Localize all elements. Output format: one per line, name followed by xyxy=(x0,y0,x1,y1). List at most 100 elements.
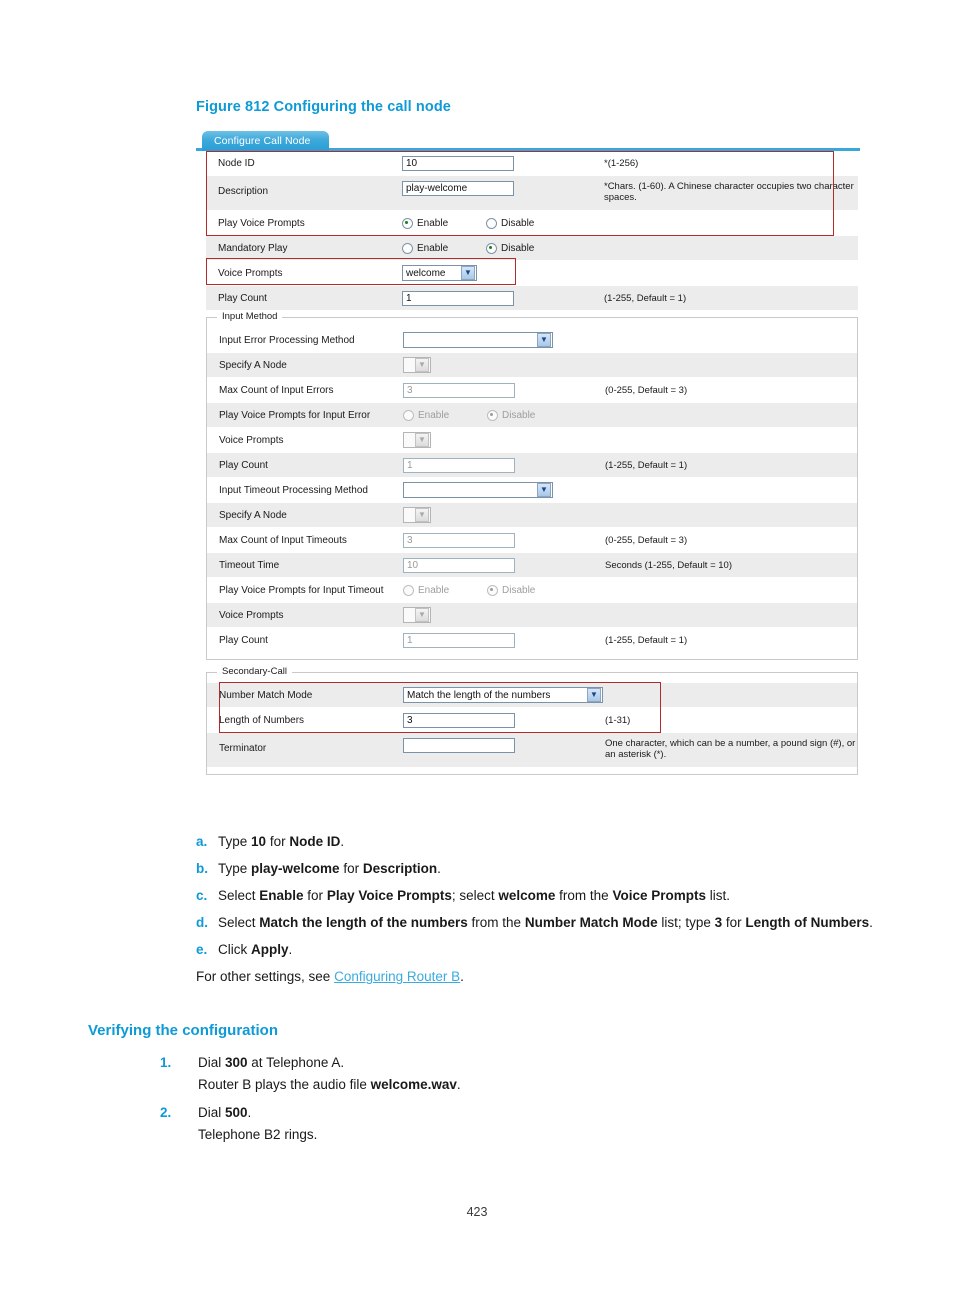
label-max-count-input-errors: Max Count of Input Errors xyxy=(219,384,334,396)
select-input-timeout-processing-method[interactable]: ▼ xyxy=(403,482,553,498)
list-item: 2. Dial 500. xyxy=(160,1103,860,1123)
row-play-count-timeout: Play Count (1-255, Default = 1) xyxy=(207,628,857,653)
radio-off-icon xyxy=(403,584,414,596)
hint-node-id: *(1-256) xyxy=(604,157,639,169)
label-number-match-mode: Number Match Mode xyxy=(219,689,313,701)
row-play-voice-prompts-input-error: Play Voice Prompts for Input Error Enabl… xyxy=(207,403,857,428)
label-play-count-error: Play Count xyxy=(219,459,268,471)
input-play-count-timeout[interactable] xyxy=(403,632,515,648)
row-node-id: Node ID *(1-256) xyxy=(206,151,858,176)
input-play-count-error[interactable] xyxy=(403,457,515,473)
hint-terminator: One character, which can be a number, a … xyxy=(605,738,856,760)
row-voice-prompts-error: Voice Prompts ▼ xyxy=(207,428,857,453)
list-item: e. Click Apply. xyxy=(196,940,876,959)
chevron-down-icon: ▼ xyxy=(415,508,429,522)
select-voice-prompts-timeout[interactable]: ▼ xyxy=(403,607,431,623)
hint-max-count-input-errors: (0-255, Default = 3) xyxy=(605,384,688,396)
row-play-count-error: Play Count (1-255, Default = 1) xyxy=(207,453,857,478)
radio-on-icon xyxy=(487,409,498,421)
step-marker: b. xyxy=(196,861,208,876)
input-length-of-numbers[interactable] xyxy=(403,712,515,728)
ui-screenshot: Configure Call Node Node ID *(1-256) Des… xyxy=(196,131,860,805)
input-description[interactable] xyxy=(402,181,514,196)
input-node-id[interactable] xyxy=(402,155,514,171)
label-play-count-timeout: Play Count xyxy=(219,634,268,646)
input-timeout-time[interactable] xyxy=(403,557,515,573)
select-specify-a-node-error[interactable]: ▼ xyxy=(403,357,431,373)
input-max-count-input-errors[interactable] xyxy=(403,382,515,398)
list-item: c. Select Enable for Play Voice Prompts;… xyxy=(196,886,876,905)
select-specify-a-node-timeout[interactable]: ▼ xyxy=(403,507,431,523)
verify-step-sub: Telephone B2 rings. xyxy=(198,1127,318,1142)
hint-play-count-error: (1-255, Default = 1) xyxy=(605,459,688,471)
link-configuring-router-b[interactable]: Configuring Router B xyxy=(334,969,460,984)
other-settings-suffix: . xyxy=(460,969,464,984)
select-voice-prompts-value: welcome xyxy=(406,267,446,279)
select-number-match-mode[interactable]: Match the length of the numbers ▼ xyxy=(403,687,603,703)
select-voice-prompts-error[interactable]: ▼ xyxy=(403,432,431,448)
label-mandatory-play: Mandatory Play xyxy=(218,242,288,254)
row-max-count-input-timeouts: Max Count of Input Timeouts (0-255, Defa… xyxy=(207,528,857,553)
radio-play-voice-prompts-enable[interactable]: Enable xyxy=(402,217,486,229)
select-voice-prompts[interactable]: welcome ▼ xyxy=(402,265,477,281)
list-item: b. Type play-welcome for Description. xyxy=(196,859,876,878)
radio-on-icon xyxy=(487,584,498,596)
radio-play-voice-prompts-input-timeout-disable[interactable]: Disable xyxy=(487,584,571,596)
chevron-down-icon: ▼ xyxy=(461,266,475,280)
verify-step-list: 1. Dial 300 at Telephone A. Router B pla… xyxy=(160,1053,860,1153)
verify-step-sub: Router B plays the audio file welcome.wa… xyxy=(198,1077,461,1092)
label-description: Description xyxy=(218,186,269,197)
radio-play-voice-prompts-disable[interactable]: Disable xyxy=(486,217,570,229)
radio-label-disable: Disable xyxy=(502,584,536,596)
hint-play-count-timeout: (1-255, Default = 1) xyxy=(605,634,688,646)
row-length-of-numbers: Length of Numbers (1-31) xyxy=(207,708,857,733)
legend-input-method: Input Method xyxy=(217,311,283,322)
hint-length-of-numbers: (1-31) xyxy=(605,714,631,726)
radio-play-voice-prompts-input-error-disable[interactable]: Disable xyxy=(487,409,571,421)
step-marker: c. xyxy=(196,888,208,903)
step-marker: a. xyxy=(196,834,208,849)
other-settings-prefix: For other settings, see xyxy=(196,969,335,984)
select-input-error-processing-method[interactable]: ▼ xyxy=(403,332,553,348)
chevron-down-icon: ▼ xyxy=(415,433,429,447)
label-play-voice-prompts-input-error: Play Voice Prompts for Input Error xyxy=(219,409,371,421)
radio-label-enable: Enable xyxy=(417,242,449,254)
input-max-count-input-timeouts[interactable] xyxy=(403,532,515,548)
hint-description: *Chars. (1-60). A Chinese character occu… xyxy=(604,181,854,203)
label-timeout-time: Timeout Time xyxy=(219,559,280,571)
row-voice-prompts: Voice Prompts welcome ▼ xyxy=(206,261,858,286)
label-input-error-processing-method: Input Error Processing Method xyxy=(219,334,355,346)
radio-off-icon xyxy=(402,242,413,254)
row-input-timeout-processing-method: Input Timeout Processing Method ▼ xyxy=(207,478,857,503)
radio-label-disable: Disable xyxy=(501,242,535,254)
row-description: Description *Chars. (1-60). A Chinese ch… xyxy=(206,176,858,211)
radio-mandatory-play-disable[interactable]: Disable xyxy=(486,242,570,254)
radio-label-enable: Enable xyxy=(417,217,449,229)
select-number-match-mode-value: Match the length of the numbers xyxy=(407,689,551,701)
label-voice-prompts: Voice Prompts xyxy=(218,267,283,279)
radio-off-icon xyxy=(486,217,497,229)
verify-step-marker: 1. xyxy=(160,1055,172,1070)
fieldset-secondary-call: Secondary-Call Number Match Mode Match t… xyxy=(206,666,858,775)
radio-play-voice-prompts-input-error-enable[interactable]: Enable xyxy=(403,409,487,421)
radio-mandatory-play-enable[interactable]: Enable xyxy=(402,242,486,254)
legend-secondary-call: Secondary-Call xyxy=(217,666,292,677)
radio-label-disable: Disable xyxy=(501,217,535,229)
row-input-error-processing-method: Input Error Processing Method ▼ xyxy=(207,328,857,353)
input-play-count[interactable] xyxy=(402,290,514,306)
step-list: a. Type 10 for Node ID. b. Type play-wel… xyxy=(196,832,876,986)
radio-label-disable: Disable xyxy=(502,409,536,421)
hint-max-count-input-timeouts: (0-255, Default = 3) xyxy=(605,534,688,546)
radio-play-voice-prompts-input-timeout-enable[interactable]: Enable xyxy=(403,584,487,596)
input-terminator[interactable] xyxy=(403,738,515,753)
tab-configure-call-node[interactable]: Configure Call Node xyxy=(202,131,329,151)
row-play-voice-prompts: Play Voice Prompts Enable Disable xyxy=(206,211,858,236)
step-text: Select Match the length of the numbers f… xyxy=(218,915,873,930)
label-input-timeout-processing-method: Input Timeout Processing Method xyxy=(219,484,368,496)
form-panel: Node ID *(1-256) Description *Chars. (1-… xyxy=(206,151,858,801)
figure-caption: Figure 812 Configuring the call node xyxy=(196,99,451,115)
other-settings-note: For other settings, see Configuring Rout… xyxy=(196,967,876,986)
verify-step-marker: 2. xyxy=(160,1105,172,1120)
row-max-count-input-errors: Max Count of Input Errors (0-255, Defaul… xyxy=(207,378,857,403)
chevron-down-icon: ▼ xyxy=(537,333,551,347)
